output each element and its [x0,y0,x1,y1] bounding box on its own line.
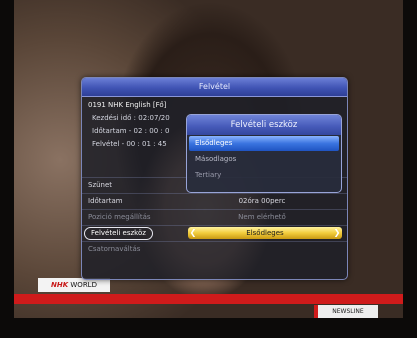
option-primary[interactable]: Elsődleges [189,136,339,151]
channel-info: 0191 NHK English [Fő] [88,101,167,109]
dialog-title: Felvétel [82,78,347,97]
chevron-left-icon[interactable]: ❮ [188,227,198,239]
recording-device-label: Felvételi eszköz [84,227,153,240]
newsline-logo: NEWSLINE [314,305,378,318]
option-tertiary[interactable]: Tertiary [189,168,339,183]
position-stop-value: Nem elérhető [238,213,286,221]
recording-device-value: Elsődleges [246,229,284,237]
news-ticker-bar [14,294,403,304]
screen-border-right [403,0,417,338]
pause-label: Szünet [88,181,113,189]
option-row-position-stop: Pozició megállítás Nem elérhető [82,209,347,225]
nhk-world-text: WORLD [70,281,97,289]
recording-device-popup: Felvételi eszköz Elsődleges Másodlagos T… [186,114,342,193]
position-stop-label: Pozició megállítás [88,213,151,221]
channel-change-label: Csatornaváltás [88,245,141,253]
screen-border-left [0,0,14,338]
option-row-recording-device[interactable]: Felvételi eszköz ❮ Elsődleges ❯ [82,225,347,241]
option-secondary[interactable]: Másodlagos [189,152,339,167]
duration-label: Időtartam [88,197,123,205]
duration-value: 02óra 00perc [238,197,286,205]
recording-device-selector[interactable]: ❮ Elsődleges ❯ [188,227,342,239]
option-row-duration[interactable]: Időtartam 02óra 00perc [82,193,347,209]
popup-title: Felvételi eszköz [187,115,341,135]
nhk-world-logo: NHK WORLD [38,278,110,292]
option-row-channel-change: Csatornaváltás [82,241,347,257]
screen-border-bottom [0,318,417,338]
chevron-right-icon[interactable]: ❯ [332,227,342,239]
nhk-brand: NHK [51,281,69,289]
tv-screen: NHK WORLD NEWSLINE Felvétel 0191 NHK Eng… [0,0,417,338]
